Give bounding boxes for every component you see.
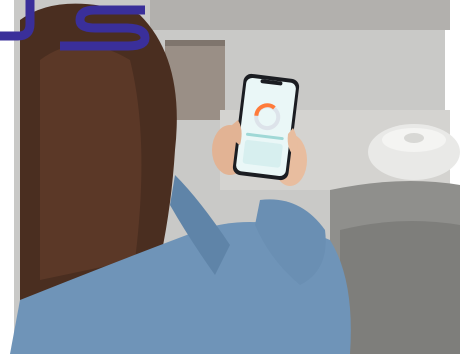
- photo-scene: JS: [0, 0, 471, 354]
- left-border: [0, 0, 14, 354]
- gauge-value: [245, 110, 291, 116]
- phone-screen-title: [249, 81, 295, 87]
- photo-illustration: JS: [0, 0, 471, 354]
- back-cabinet: [150, 0, 450, 30]
